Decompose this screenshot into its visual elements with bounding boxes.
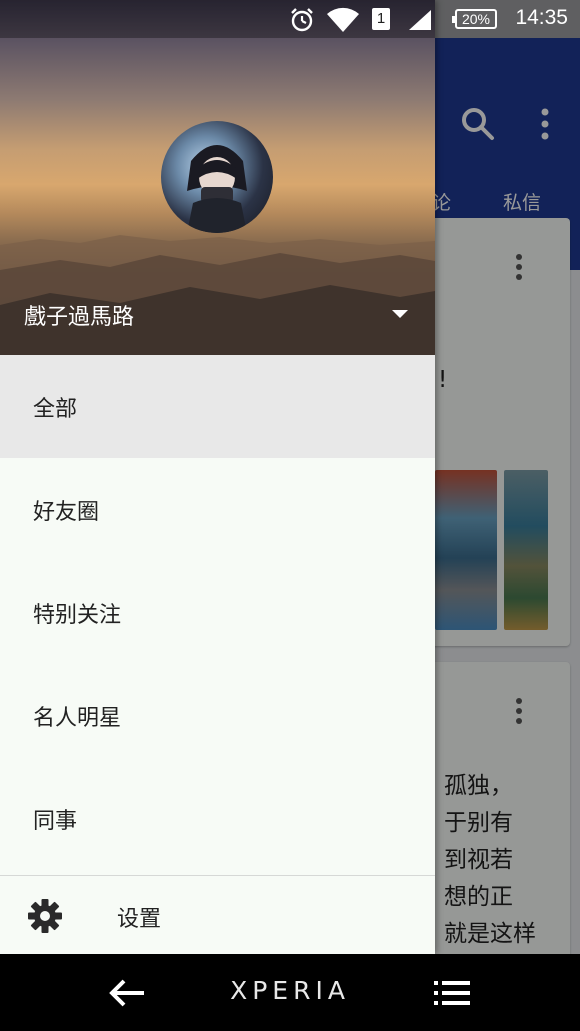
settings-label: 设置 xyxy=(117,907,162,932)
settings-button[interactable]: 设置 xyxy=(0,876,435,954)
menu-item-friends-circle[interactable]: 好友圈 xyxy=(0,458,435,561)
menu-lines-icon[interactable] xyxy=(434,978,470,1008)
navigation-drawer: 戲子過馬路 全部 好友圈 特别关注 名人明星 同事 设置 xyxy=(0,0,435,954)
menu-item-all[interactable]: 全部 xyxy=(0,355,435,458)
clock: 14:35 xyxy=(515,6,568,29)
signal-icon xyxy=(409,10,431,30)
menu-item-label: 同事 xyxy=(33,808,78,834)
battery-icon: 20% xyxy=(452,9,497,29)
sim-icon: 1 xyxy=(372,8,390,30)
system-nav-bar: XPERIA xyxy=(0,954,580,1031)
dropdown-arrow-icon[interactable] xyxy=(388,304,412,324)
wifi-icon xyxy=(327,7,359,32)
menu-item-label: 名人明星 xyxy=(33,705,122,731)
status-bar: 1 20% 14:35 xyxy=(0,0,580,38)
menu-item-celebrities[interactable]: 名人明星 xyxy=(0,664,435,767)
menu-item-label: 好友圈 xyxy=(33,499,100,525)
brand-logo: XPERIA xyxy=(230,976,350,1005)
avatar-illustration xyxy=(187,145,247,233)
mountain-landscape xyxy=(0,235,435,355)
menu-item-label: 特别关注 xyxy=(33,602,122,628)
alarm-icon xyxy=(291,8,313,32)
menu-item-label: 全部 xyxy=(33,396,78,422)
avatar[interactable] xyxy=(161,121,273,233)
menu-item-colleagues[interactable]: 同事 xyxy=(0,767,435,870)
user-name: 戲子過馬路 xyxy=(24,305,135,330)
menu-item-special-follow[interactable]: 特别关注 xyxy=(0,561,435,664)
drawer-header: 戲子過馬路 xyxy=(0,0,435,355)
gear-icon xyxy=(28,899,62,933)
